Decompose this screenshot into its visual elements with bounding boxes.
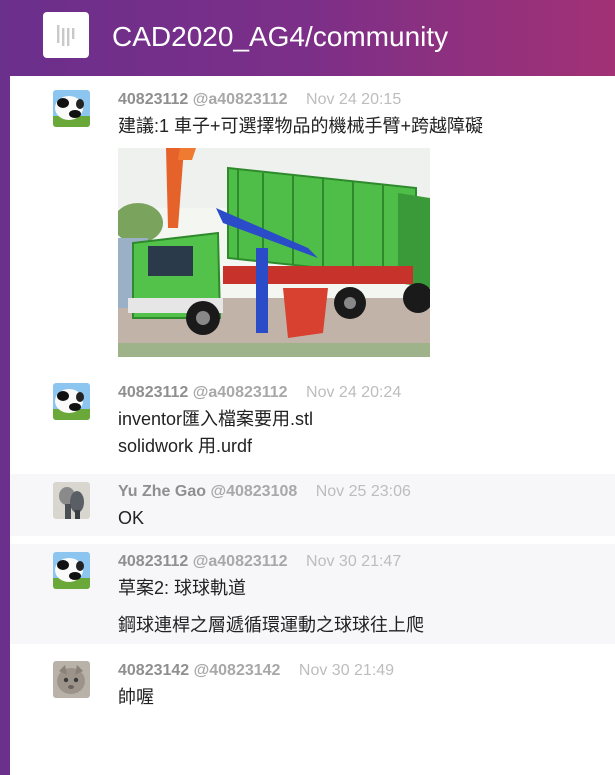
chat-message: Yu Zhe Gao @40823108 Nov 25 23:06 OK: [10, 474, 615, 536]
message-time[interactable]: Nov 30 21:49: [299, 662, 394, 679]
sender-username[interactable]: @a40823112: [193, 553, 288, 570]
chat-panel: 40823112 @a40823112 Nov 24 20:15 建議:1 車子…: [10, 76, 615, 775]
message-text: 鋼球連桿之層遞循環運動之球球往上爬: [118, 615, 424, 635]
avatar[interactable]: [53, 90, 90, 127]
chat-message: 40823112 @a40823112 Nov 24 20:15 建議:1 車子…: [10, 76, 615, 374]
message-text: solidwork 用.urdf: [118, 436, 253, 456]
message-meta: Yu Zhe Gao @40823108 Nov 25 23:06: [118, 482, 411, 502]
sender-username[interactable]: @40823142: [194, 662, 281, 679]
sender-name[interactable]: 40823112: [118, 553, 188, 570]
sender-username[interactable]: @a40823112: [193, 91, 288, 108]
sender-name[interactable]: Yu Zhe Gao: [118, 483, 206, 500]
avatar[interactable]: [53, 661, 90, 698]
message-text: inventor匯入檔案要用.stl: [118, 409, 314, 429]
message-time[interactable]: Nov 24 20:15: [306, 91, 401, 108]
message-text: 帥喔: [118, 687, 154, 707]
avatar[interactable]: [53, 552, 90, 589]
message-image[interactable]: [118, 148, 430, 357]
sender-name[interactable]: 40823112: [118, 384, 188, 401]
message-text: 草案2: 球球軌道: [118, 578, 247, 598]
message-text: OK: [118, 508, 145, 528]
sender-name[interactable]: 40823112: [118, 91, 188, 108]
chat-message: 40823142 @40823142 Nov 30 21:49 帥喔: [10, 652, 615, 722]
chat-message: 40823112 @a40823112 Nov 30 21:47 草案2: 球球…: [10, 544, 615, 644]
message-time[interactable]: Nov 30 21:47: [306, 553, 401, 570]
message-meta: 40823112 @a40823112 Nov 24 20:24: [118, 383, 401, 403]
message-time[interactable]: Nov 24 20:24: [306, 384, 401, 401]
message-time[interactable]: Nov 25 23:06: [316, 483, 411, 500]
sender-username[interactable]: @a40823112: [193, 384, 288, 401]
avatar[interactable]: [53, 482, 90, 519]
message-meta: 40823142 @40823142 Nov 30 21:49: [118, 661, 394, 681]
message-meta: 40823112 @a40823112 Nov 30 21:47: [118, 552, 401, 572]
room-title[interactable]: CAD2020_AG4/community: [112, 20, 448, 54]
sender-username[interactable]: @40823108: [210, 483, 297, 500]
chat-message: 40823112 @a40823112 Nov 24 20:24 invento…: [10, 374, 615, 466]
avatar[interactable]: [53, 383, 90, 420]
message-meta: 40823112 @a40823112 Nov 24 20:15: [118, 90, 401, 110]
gitter-icon[interactable]: [43, 12, 89, 58]
room-header: CAD2020_AG4/community: [0, 0, 615, 76]
sender-name[interactable]: 40823142: [118, 662, 189, 679]
message-text: 建議:1 車子+可選擇物品的機械手臂+跨越障礙: [118, 116, 484, 136]
